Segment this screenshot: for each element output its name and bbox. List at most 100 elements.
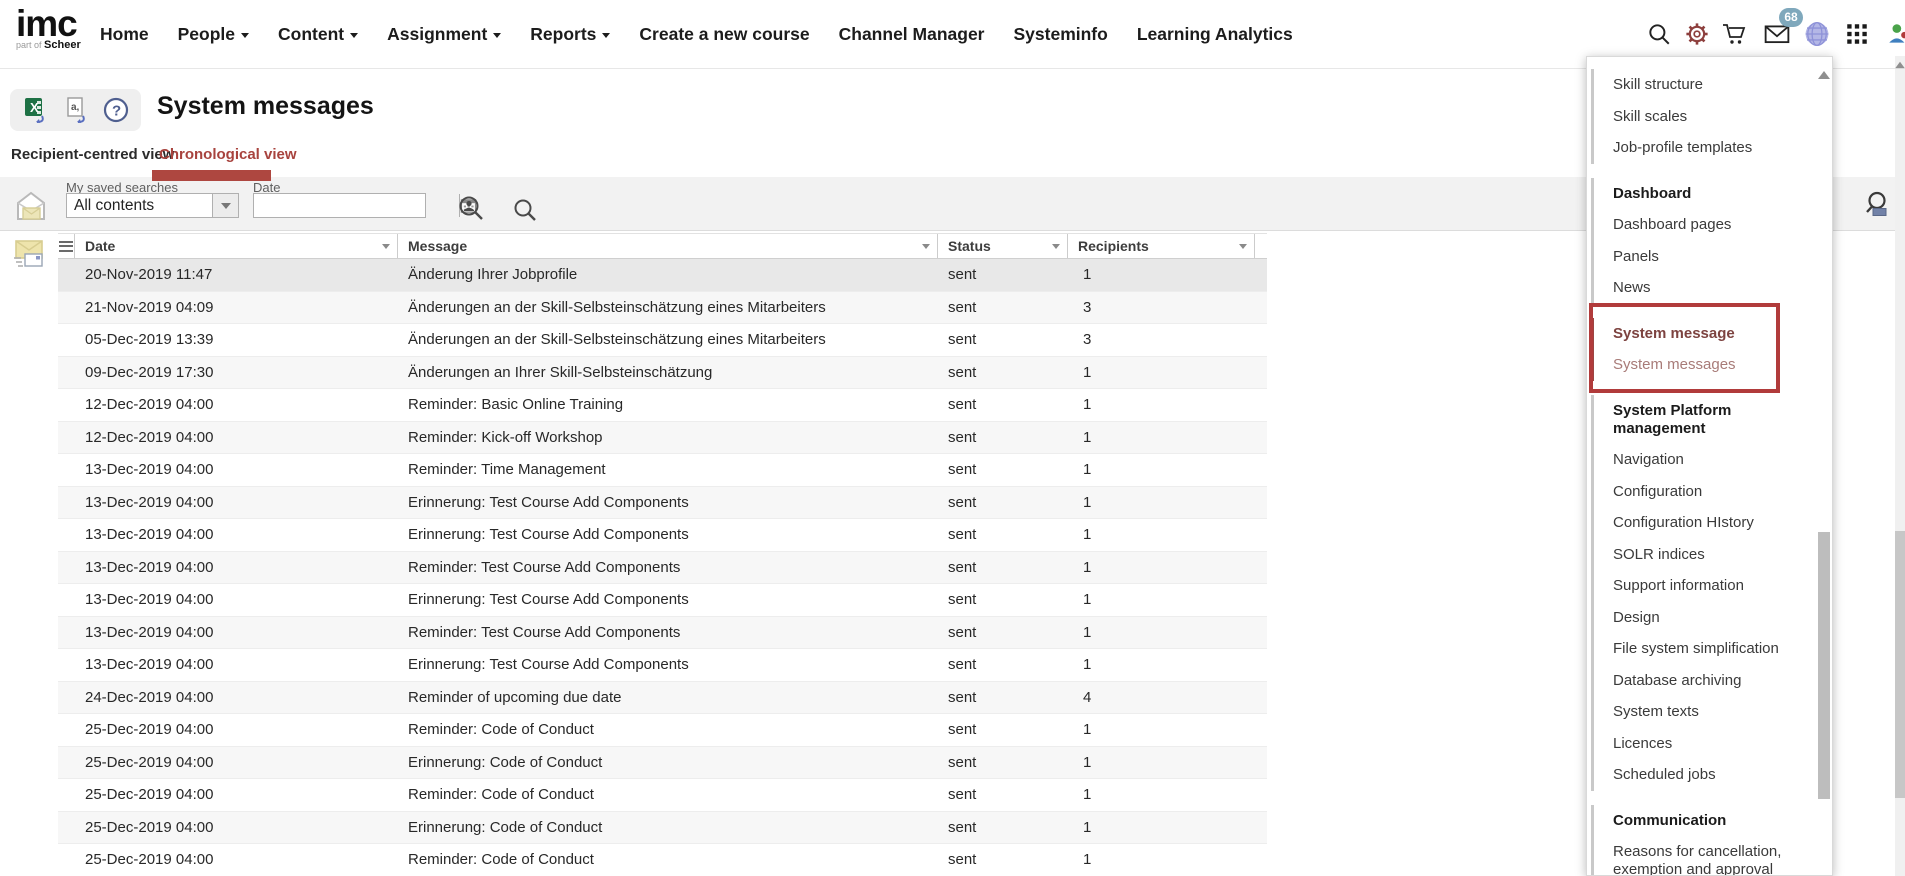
menu-item-reasons-for-cancellation-exemption-and-approval[interactable]: Reasons for cancellation, exemption and …: [1613, 836, 1815, 876]
person-search-icon[interactable]: [456, 194, 486, 224]
menu-item-navigation[interactable]: Navigation: [1613, 444, 1815, 476]
cell-message: Erinnerung: Test Course Add Components: [398, 649, 938, 681]
saved-searches-select[interactable]: All contents: [66, 193, 239, 218]
table-row[interactable]: 13-Dec-2019 04:00Erinnerung: Test Course…: [58, 519, 1267, 552]
nav-item-content[interactable]: Content: [278, 24, 358, 45]
sent-envelope-icon[interactable]: [10, 238, 46, 272]
date-input[interactable]: [254, 194, 459, 217]
nav-item-assignment[interactable]: Assignment: [387, 24, 501, 45]
menu-scrollbar-thumb[interactable]: [1818, 532, 1830, 799]
menu-item-job-profile-templates[interactable]: Job-profile templates: [1613, 132, 1815, 164]
cell-recipients: 1: [1068, 844, 1255, 876]
nav-item-learning-analytics[interactable]: Learning Analytics: [1137, 24, 1293, 45]
table-row[interactable]: 13-Dec-2019 04:00Reminder: Test Course A…: [58, 617, 1267, 650]
table-row[interactable]: 25-Dec-2019 04:00Erinnerung: Code of Con…: [58, 747, 1267, 780]
chevron-down-icon: [221, 203, 231, 209]
menu-item-skill-scales[interactable]: Skill scales: [1613, 101, 1815, 133]
menu-item-file-system-simplification[interactable]: File system simplification: [1613, 633, 1815, 665]
column-sort-arrow-icon[interactable]: [1239, 244, 1247, 249]
page-scrollbar-thumb[interactable]: [1895, 531, 1905, 798]
imc-logo[interactable]: imc part of Scheer: [16, 5, 81, 51]
excel-export-icon[interactable]: X: [22, 95, 52, 125]
table-row[interactable]: 25-Dec-2019 04:00Reminder: Code of Condu…: [58, 779, 1267, 812]
saved-search-icon[interactable]: [1862, 190, 1892, 220]
nav-item-reports[interactable]: Reports: [530, 24, 610, 45]
menu-item-dashboard-pages[interactable]: Dashboard pages: [1613, 209, 1815, 241]
cell-status: sent: [938, 389, 1068, 421]
column-sort-arrow-icon[interactable]: [1052, 244, 1060, 249]
table-row[interactable]: 12-Dec-2019 04:00Reminder: Basic Online …: [58, 389, 1267, 422]
menu-item-licences[interactable]: Licences: [1613, 728, 1815, 760]
search-icon[interactable]: [1646, 21, 1672, 47]
row-handle-cell: [58, 422, 75, 454]
table-header-cell-date[interactable]: Date: [75, 234, 398, 258]
cell-date: 25-Dec-2019 04:00: [75, 779, 398, 811]
table-row[interactable]: 13-Dec-2019 04:00Reminder: Test Course A…: [58, 552, 1267, 585]
nav-item-create-a-new-course[interactable]: Create a new course: [639, 24, 809, 45]
menu-scroll-up-arrow[interactable]: [1818, 71, 1830, 79]
tab-recipient-centred-view[interactable]: Recipient-centred view: [11, 146, 174, 163]
menu-group-header-communication: Communication: [1613, 805, 1815, 837]
table-row[interactable]: 25-Dec-2019 04:00Reminder: Code of Condu…: [58, 714, 1267, 747]
menu-item-scheduled-jobs[interactable]: Scheduled jobs: [1613, 759, 1815, 791]
row-handle-cell: [58, 747, 75, 779]
menu-item-configuration[interactable]: Configuration: [1613, 476, 1815, 508]
row-handle-cell: [58, 259, 75, 291]
cell-status: sent: [938, 487, 1068, 519]
table-row[interactable]: 13-Dec-2019 04:00Erinnerung: Test Course…: [58, 487, 1267, 520]
gear-icon[interactable]: [1684, 21, 1710, 47]
cell-message: Erinnerung: Code of Conduct: [398, 812, 938, 844]
table-header-cell-status[interactable]: Status: [938, 234, 1068, 258]
nav-item-channel-manager[interactable]: Channel Manager: [839, 24, 985, 45]
table-header-cell-message[interactable]: Message: [398, 234, 938, 258]
logo-text: imc: [16, 5, 81, 43]
menu-item-system-messages[interactable]: System messages: [1613, 349, 1815, 381]
help-icon[interactable]: ?: [103, 97, 129, 123]
column-sort-arrow-icon[interactable]: [922, 244, 930, 249]
table-row[interactable]: 05-Dec-2019 13:39Änderungen an der Skill…: [58, 324, 1267, 357]
table-row[interactable]: 21-Nov-2019 04:09Änderungen an der Skill…: [58, 292, 1267, 325]
table-row[interactable]: 13-Dec-2019 04:00Erinnerung: Test Course…: [58, 584, 1267, 617]
inbox-envelope-icon[interactable]: [12, 189, 50, 225]
table-row[interactable]: 12-Dec-2019 04:00Reminder: Kick-off Work…: [58, 422, 1267, 455]
nav-item-home[interactable]: Home: [100, 24, 149, 45]
table-row[interactable]: 24-Dec-2019 04:00Reminder of upcoming du…: [58, 682, 1267, 715]
column-sort-arrow-icon[interactable]: [382, 244, 390, 249]
menu-item-skill-structure[interactable]: Skill structure: [1613, 69, 1815, 101]
cell-date: 21-Nov-2019 04:09: [75, 292, 398, 324]
table-row[interactable]: 09-Dec-2019 17:30Änderungen an Ihrer Ski…: [58, 357, 1267, 390]
table-row[interactable]: 25-Dec-2019 04:00Reminder: Code of Condu…: [58, 844, 1267, 876]
table-row[interactable]: 25-Dec-2019 04:00Erinnerung: Code of Con…: [58, 812, 1267, 845]
globe-icon[interactable]: [1804, 21, 1830, 47]
menu-item-configuration-history[interactable]: Configuration HIstory: [1613, 507, 1815, 539]
menu-item-system-texts[interactable]: System texts: [1613, 696, 1815, 728]
menu-group-dashboard: DashboardDashboard pagesPanelsNews: [1591, 178, 1815, 304]
table-row[interactable]: 20-Nov-2019 11:47Änderung Ihrer Jobprofi…: [58, 259, 1267, 292]
nav-item-people[interactable]: People: [178, 24, 249, 45]
text-export-icon[interactable]: a,: [64, 95, 92, 125]
cell-message: Reminder: Code of Conduct: [398, 844, 938, 876]
tab-chronological-view[interactable]: Chronological view: [159, 146, 297, 163]
table-header-cell-recipients[interactable]: Recipients: [1068, 234, 1255, 258]
menu-item-panels[interactable]: Panels: [1613, 241, 1815, 273]
cell-status: sent: [938, 259, 1068, 291]
menu-item-design[interactable]: Design: [1613, 602, 1815, 634]
search-icon[interactable]: [512, 197, 538, 223]
page-scroll-up-arrow[interactable]: [1895, 62, 1905, 68]
apps-grid-icon[interactable]: [1844, 21, 1870, 47]
saved-searches-dropdown-button[interactable]: [212, 194, 238, 217]
menu-item-news[interactable]: News: [1613, 272, 1815, 304]
table-row[interactable]: 13-Dec-2019 04:00Reminder: Time Manageme…: [58, 454, 1267, 487]
menu-item-database-archiving[interactable]: Database archiving: [1613, 665, 1815, 697]
svg-text:a,: a,: [71, 102, 80, 113]
cart-icon[interactable]: [1722, 21, 1748, 47]
menu-item-solr-indices[interactable]: SOLR indices: [1613, 539, 1815, 571]
row-handle-cell: [58, 552, 75, 584]
table-row[interactable]: 13-Dec-2019 04:00Erinnerung: Test Course…: [58, 649, 1267, 682]
menu-item-support-information[interactable]: Support information: [1613, 570, 1815, 602]
nav-item-systeminfo[interactable]: Systeminfo: [1014, 24, 1108, 45]
admin-person-icon[interactable]: [1886, 21, 1905, 47]
chevron-down-icon: [241, 33, 249, 38]
hamburger-icon[interactable]: [59, 238, 73, 254]
page-scrollbar[interactable]: [1895, 56, 1905, 876]
